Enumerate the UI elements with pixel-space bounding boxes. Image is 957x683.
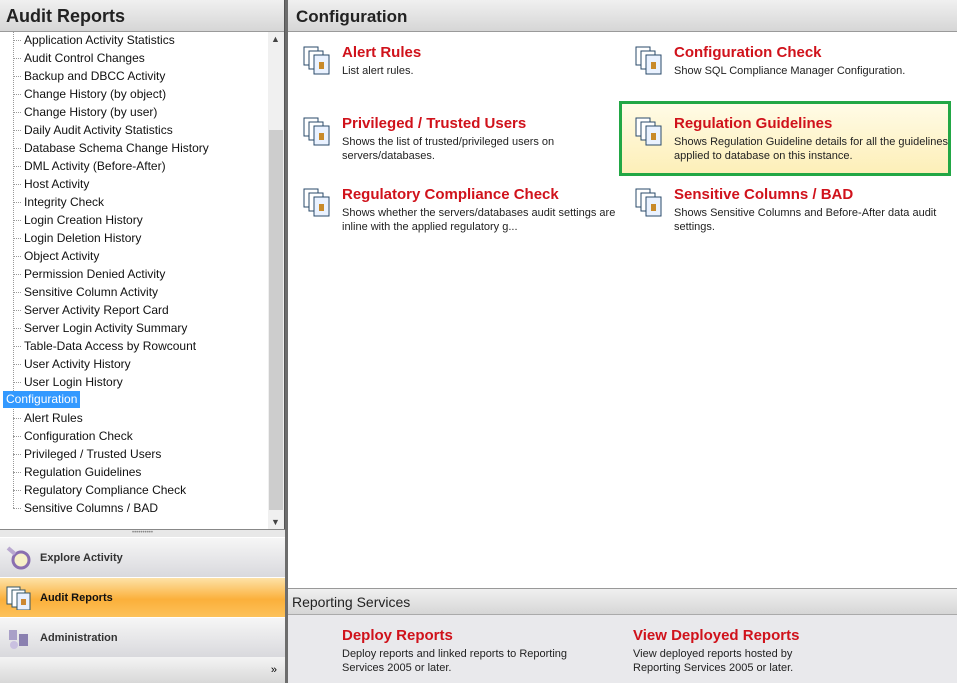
tree-item[interactable]: User Login History — [13, 373, 123, 391]
report-icon — [303, 117, 330, 146]
tree-item[interactable]: Sensitive Column Activity — [12, 283, 158, 301]
report-icon — [303, 46, 330, 75]
tree-item[interactable]: Host Activity — [12, 175, 89, 193]
reporting-services-title: Reporting Services — [288, 589, 957, 615]
report-icon — [635, 188, 662, 217]
tree-item[interactable]: Regulatory Compliance Check — [12, 481, 186, 499]
tree-item[interactable]: Database Schema Change History — [13, 139, 209, 157]
tree-item[interactable]: Object Activity — [12, 247, 99, 265]
scroll-down-icon[interactable]: ▼ — [271, 517, 280, 527]
tree-node-configuration[interactable]: Configuration — [3, 391, 81, 408]
tree-item[interactable]: Change History (by object) — [12, 85, 166, 103]
tree-item[interactable]: Application Activity Statistics — [13, 31, 175, 49]
scroll-up-icon[interactable]: ▲ — [271, 34, 280, 44]
tree-item[interactable]: Server Login Activity Summary — [12, 319, 187, 337]
report-desc: List alert rules. — [342, 65, 414, 77]
nav-administration[interactable]: Administration — [0, 617, 285, 657]
report-title[interactable]: Alert Rules — [342, 44, 421, 61]
report-title[interactable]: Regulatory Compliance Check — [342, 186, 559, 203]
nav-label: Audit Reports — [40, 592, 113, 604]
main-title: Configuration — [288, 0, 957, 32]
tree-item[interactable]: Daily Audit Activity Statistics — [13, 121, 173, 139]
tree-item[interactable]: Alert Rules — [13, 409, 83, 427]
tree-item[interactable]: Configuration Check — [13, 427, 133, 445]
scroll-thumb[interactable] — [269, 130, 283, 510]
nav-overflow-button[interactable]: » — [0, 657, 285, 683]
nav-label: Explore Activity — [40, 552, 123, 564]
report-icon — [635, 46, 662, 75]
tree-line — [13, 409, 14, 508]
report-icon — [635, 117, 662, 146]
report-title[interactable]: Configuration Check — [674, 44, 822, 61]
report-desc: Shows the list of trusted/privileged use… — [342, 136, 555, 162]
report-desc: Shows Regulation Guideline details for a… — [674, 136, 948, 162]
tree-item[interactable]: Regulation Guidelines — [12, 463, 141, 481]
panel-title: Audit Reports — [0, 0, 284, 32]
report-icon — [303, 188, 330, 217]
tree-item[interactable]: DML Activity (Before-After) — [13, 157, 166, 175]
report-desc: Shows whether the servers/databases audi… — [342, 207, 616, 233]
magnifier-icon — [6, 546, 31, 570]
report-title[interactable]: Regulation Guidelines — [674, 115, 832, 132]
tree-item[interactable]: Integrity Check — [12, 193, 104, 211]
tree-item[interactable]: Backup and DBCC Activity — [12, 67, 165, 85]
tree-item[interactable]: Permission Denied Activity — [12, 265, 165, 283]
report-desc: Shows Sensitive Columns and Before-After… — [674, 207, 937, 233]
nav-explore-activity[interactable]: Explore Activity — [0, 537, 285, 577]
nav-label: Administration — [40, 632, 118, 644]
tree-item[interactable]: Server Activity Report Card — [13, 301, 169, 319]
left-panel: Audit Reports Application Activity Stati… — [0, 0, 285, 683]
link-title[interactable]: View Deployed Reports — [633, 627, 799, 644]
reporting-services-section: Reporting Services Deploy Reports Deploy… — [288, 588, 957, 683]
tree-item[interactable]: Sensitive Columns / BAD — [12, 499, 158, 517]
report-desc: Show SQL Compliance Manager Configuratio… — [674, 65, 906, 77]
tree-line — [13, 31, 14, 391]
nav-audit-reports[interactable]: Audit Reports — [0, 577, 285, 617]
tree-item[interactable]: Login Deletion History — [12, 229, 141, 247]
tree-item[interactable]: Privileged / Trusted Users — [12, 445, 161, 463]
report-title[interactable]: Privileged / Trusted Users — [342, 115, 526, 132]
main-panel: Configuration Alert Rules List alert rule… — [288, 0, 957, 683]
tree-item[interactable]: Change History (by user) — [12, 103, 157, 121]
reports-icon — [6, 586, 31, 610]
tree-scrollbar[interactable]: ▲ ▼ — [268, 32, 284, 529]
link-desc: Deploy reports and linked reports to Rep… — [342, 648, 568, 674]
tree-item[interactable]: Table-Data Access by Rowcount — [12, 337, 196, 355]
link-title[interactable]: Deploy Reports — [342, 627, 453, 644]
tree-item[interactable]: User Activity History — [13, 355, 131, 373]
splitter-handle[interactable]: •••••••••• — [0, 529, 285, 537]
administration-icon — [9, 630, 28, 649]
tree-item[interactable]: Audit Control Changes — [13, 49, 145, 67]
report-tree: Application Activity Statistics Audit Con… — [0, 31, 268, 529]
link-desc: View deployed reports hosted by Reportin… — [633, 648, 794, 674]
tree-item[interactable]: Login Creation History — [13, 211, 143, 229]
report-title[interactable]: Sensitive Columns / BAD — [674, 186, 853, 203]
